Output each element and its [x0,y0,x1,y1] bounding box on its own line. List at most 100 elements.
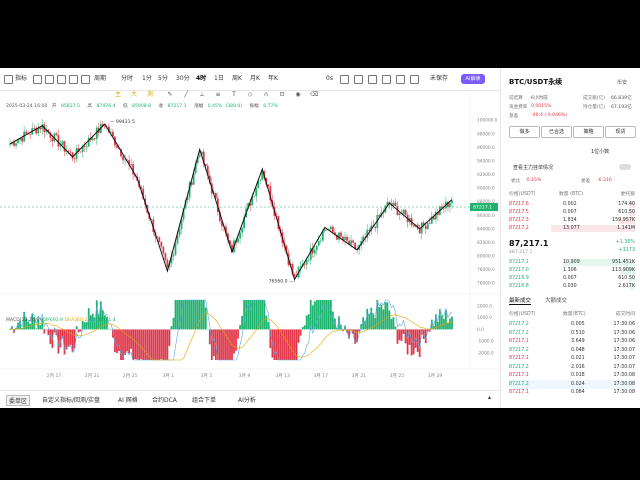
stat-value-2: 0.0015% [531,104,552,109]
drawing-icon[interactable] [69,75,78,84]
macd-bar [317,300,320,330]
symbol-title[interactable]: BTC/USDT永续 [509,77,562,87]
macd-bar [255,300,258,330]
tab-ai-analysis[interactable]: AI分析 [238,395,256,404]
price-tick-label: 100000.0 [477,118,498,124]
tab-contract-dca[interactable]: 合约DCA [152,395,177,404]
diff-label: 委差 [581,179,591,184]
macd-bar [315,300,318,330]
price-tick-label: 96000.0 [477,145,495,151]
indicator-button[interactable]: 指标 [15,73,27,85]
macd-bar [267,321,270,330]
candle-body [368,229,371,231]
tab-large-trades[interactable]: 大额成交 [545,296,567,304]
macd-bar [350,329,352,331]
interval-2[interactable]: 5分 [158,73,168,85]
macd-bar [150,329,153,360]
candle-body [15,143,17,146]
macd-bar [325,300,328,330]
macd-bar [386,302,389,330]
trading-screen: 指标 周期 分时 1分 5分 30分 4时 1日 周K 月K 年K 0s 未保存… [0,68,640,408]
macd-bar [152,329,155,360]
macd-bar [406,329,409,355]
save-status[interactable]: 未保存 [430,73,448,85]
macd-bar [188,300,191,330]
stat-value-4: -40.4 (-0.046%) [531,113,568,118]
settings-icon[interactable] [354,75,363,84]
last-price-tag: 87217.1 [473,205,492,211]
candle-body [394,202,397,207]
share-icon[interactable] [382,75,391,84]
strategy-button[interactable]: 策略 [573,126,604,138]
macd-bar [436,321,439,330]
tab-custom-indicator[interactable]: 自定义指标/回测/实盘 [42,395,100,404]
candle-body [63,141,66,152]
stat-label-3: 持仓量(亿) [583,105,605,110]
compare-icon[interactable] [57,75,66,84]
interval-5[interactable]: 1日 [214,73,224,85]
candle-body [130,164,132,165]
macd-bar [441,315,443,330]
date-tick-label: 3月 17 [313,373,328,379]
macd-bar [241,315,243,330]
candle-icon[interactable] [45,75,54,84]
exchange-label[interactable]: 币安 [617,79,627,86]
macd-bar [432,325,435,330]
collapse-icon[interactable]: ▴ [488,394,491,401]
depth-precision-select[interactable]: 1位小数 [591,148,609,155]
interval-3[interactable]: 30分 [176,73,190,85]
long-button[interactable]: 做多 [509,126,540,138]
big-order-toggle[interactable] [619,164,631,170]
candle-body [25,131,28,134]
cloud-icon[interactable] [410,75,419,84]
tab-latest-trades[interactable]: 最新成交 [509,296,532,305]
macd-bar [221,329,223,360]
big-order-note[interactable]: 查看主力挂单情况 [513,164,553,171]
macd-bar [227,329,229,360]
bid-row[interactable]: 87216.8 0.030 2.617K [509,282,635,291]
price-chart[interactable]: 100000.0 98000.0 96000.0 94000.0 92000.0 9000… [0,90,500,395]
candle-body [69,151,72,153]
interval-0[interactable]: 分时 [121,73,133,85]
macd-bar [445,310,447,330]
candle-body [315,245,318,251]
dea-value: 360.2 [74,318,88,323]
bid-qty: 0.030 [563,284,577,289]
high-price-label: — 99431.5 [110,119,135,125]
refresh-label[interactable]: 0s [326,73,333,85]
alert-icon[interactable] [81,75,90,84]
trade-price: 87217.1 [509,390,529,395]
interval-6[interactable]: 周K [232,73,242,85]
interval-8[interactable]: 年K [268,73,278,85]
chart-toolbar: 指标 周期 分时 1分 5分 30分 4时 1日 周K 月K 年K 0s 未保存… [0,68,500,91]
candle-body [267,184,270,187]
fullscreen-icon[interactable] [368,75,377,84]
spot-button[interactable]: 现货 [605,126,636,138]
macd-bar [95,300,98,330]
template-icon[interactable] [396,75,405,84]
interval-dropdown[interactable]: 周期 [94,73,106,85]
ask-price: 87217.2 [509,226,529,231]
candle-body [51,137,54,142]
ask-row[interactable]: 87217.2 13.077 1.141M [509,224,635,233]
tab-combo-order[interactable]: 组合下单 [192,395,216,404]
macd-bar [285,329,288,360]
ai-interpret-button[interactable]: AI解读 [461,74,485,84]
layout-icon[interactable] [33,75,42,84]
dea-label: DEA [64,318,75,323]
grid-icon[interactable] [4,75,13,84]
macd-bar [63,329,66,355]
tab-orders[interactable]: 委单区 [6,395,31,406]
interval-7[interactable]: 月K [250,73,260,85]
interval-4[interactable]: 4时 [196,73,206,85]
interval-1[interactable]: 1分 [142,73,152,85]
macd-bar [200,300,203,330]
tab-ai-grid[interactable]: AI 网格 [118,395,138,404]
macd-bar [303,325,306,330]
camera-icon[interactable] [340,75,349,84]
macd-bar [374,318,377,330]
date-tick-label: 3月 5 [201,373,213,379]
macd-bar [43,329,46,334]
candle-body [305,260,308,265]
selected-button[interactable]: 已合选 [541,126,572,138]
